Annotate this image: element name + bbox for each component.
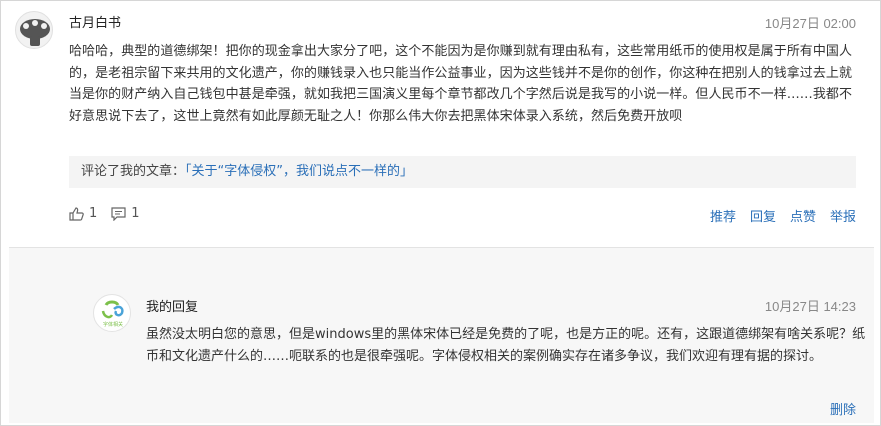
comment-panel: 古月白书 10月27日 02:00 哈哈哈，典型的道德绑架！把你的现金拿出大家分…: [0, 0, 881, 426]
report-button[interactable]: 举报: [830, 206, 856, 225]
like-button[interactable]: 点赞: [790, 206, 816, 225]
comment-item: 古月白书 10月27日 02:00 哈哈哈，典型的道德绑架！把你的现金拿出大家分…: [1, 1, 880, 247]
reply-count: 1: [131, 206, 140, 221]
comment-time: 10月27日 02:00: [764, 16, 856, 31]
comment-username[interactable]: 古月白书: [69, 12, 121, 31]
reply-button[interactable]: 回复: [750, 206, 776, 225]
my-avatar[interactable]: 字体相关: [93, 294, 131, 332]
like-count: 1: [89, 206, 98, 221]
delete-button[interactable]: 删除: [830, 399, 856, 418]
reply-count-button[interactable]: 1: [111, 206, 140, 221]
article-link[interactable]: 「关于“字体侵权”，我们说点不一样的」: [185, 164, 413, 179]
quoted-article: 评论了我的文章：「关于“字体侵权”，我们说点不一样的」: [69, 156, 856, 188]
comment-actions: 推荐 回复 点赞 举报: [696, 206, 856, 225]
comment-stats: 1 1: [69, 206, 154, 221]
avatar-brand-text: 字体相关: [103, 321, 123, 328]
reply-content: 虽然没太明白您的意思，但是windows里的黑体宋体已经是免费的了呢，也是方正的…: [146, 327, 866, 364]
like-count-button[interactable]: 1: [69, 206, 97, 221]
reply-author: 我的回复: [146, 300, 199, 315]
quote-prefix: 评论了我的文章：: [81, 164, 186, 179]
comment-icon: [111, 206, 126, 221]
thumbs-up-icon: [69, 206, 84, 221]
reply-time: 10月27日 14:23: [764, 299, 856, 314]
user-avatar[interactable]: [15, 11, 53, 49]
recommend-button[interactable]: 推荐: [710, 206, 736, 225]
reply-item: 字体相关 我的回复 10月27日 14:23 虽然没太明白您的意思，但是wind…: [9, 247, 874, 423]
comment-content: 哈哈哈，典型的道德绑架！把你的现金拿出大家分了吧，这个不能因为是你赚到就有理由私…: [69, 44, 853, 124]
